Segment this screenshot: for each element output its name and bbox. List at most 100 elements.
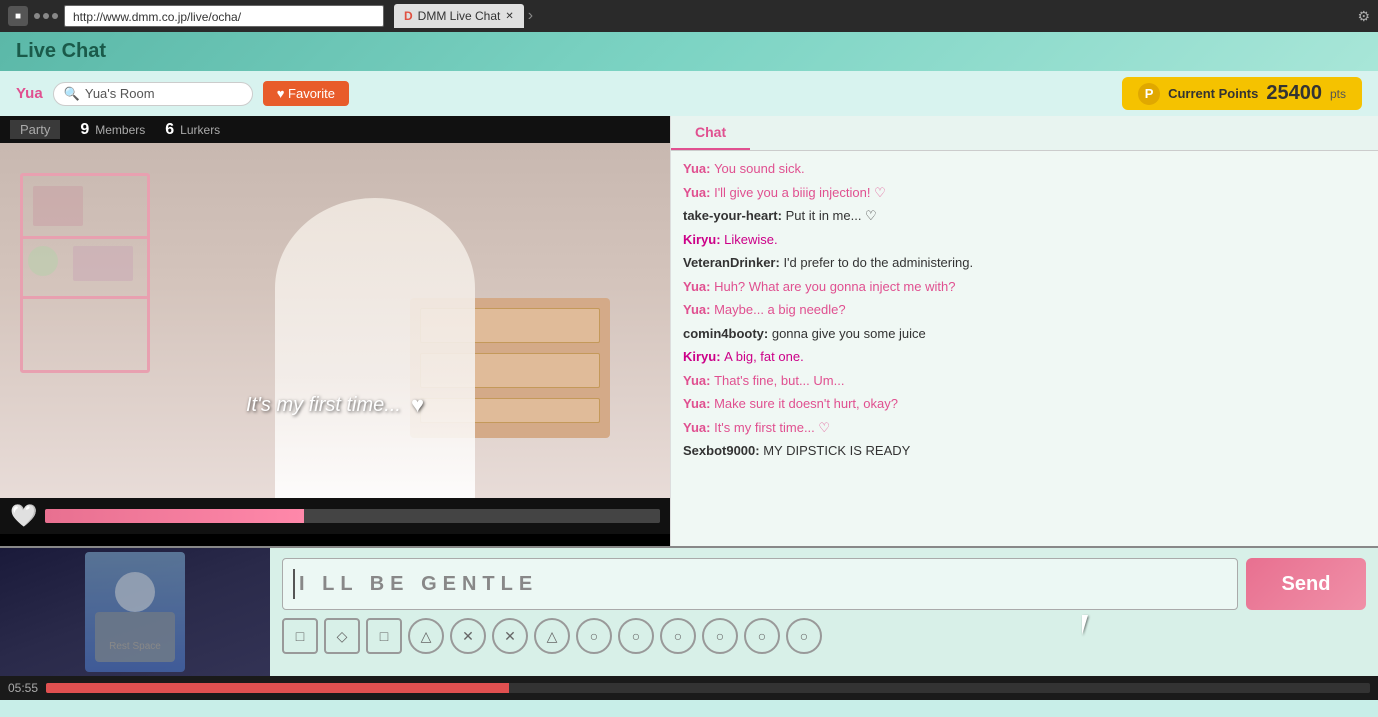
- streamer-video: [275, 198, 475, 498]
- points-label: Current Points: [1168, 86, 1258, 101]
- room-search-input[interactable]: [85, 86, 235, 101]
- gamepad-button[interactable]: ○: [576, 618, 612, 654]
- energy-bar-filled: [45, 509, 303, 523]
- video-frame: It's my first time... ♥: [0, 143, 670, 498]
- tab-add-button[interactable]: ›: [524, 7, 537, 25]
- chat-message: Yua: It's my first time... ♡: [683, 418, 1366, 438]
- active-tab[interactable]: D DMM Live Chat ✕: [394, 4, 524, 28]
- chat-username: take-your-heart:: [683, 208, 786, 223]
- chat-message: Yua: I'll give you a biiig injection! ♡: [683, 183, 1366, 203]
- chat-username: Yua:: [683, 161, 714, 176]
- chat-username: VeteranDrinker:: [683, 255, 783, 270]
- chat-message-text: Make sure it doesn't hurt, okay?: [714, 396, 898, 411]
- gamepad-button[interactable]: ○: [660, 618, 696, 654]
- chat-message-text: gonna give you some juice: [772, 326, 926, 341]
- timer-progress-bar: [46, 683, 1370, 693]
- timer-text: 05:55: [8, 681, 38, 695]
- chat-message-text: Put it in me... ♡: [786, 208, 877, 223]
- gamepad-button[interactable]: ◇: [324, 618, 360, 654]
- members-stat: 9 Members: [80, 121, 145, 139]
- chat-tabs: Chat: [671, 116, 1378, 151]
- text-cursor: [293, 569, 295, 599]
- lurkers-stat: 6 Lurkers: [165, 121, 220, 139]
- chat-message: Kiryu: Likewise.: [683, 230, 1366, 250]
- gamepad-button[interactable]: △: [408, 618, 444, 654]
- send-button[interactable]: Send: [1246, 558, 1366, 610]
- tab-title: DMM Live Chat: [418, 9, 501, 23]
- video-area: Party 9 Members 6 Lurkers: [0, 116, 670, 546]
- room-search-container[interactable]: 🔍: [53, 82, 253, 106]
- message-input-display[interactable]: I LL BE GENTLE: [282, 558, 1238, 610]
- search-icon: 🔍: [64, 86, 80, 102]
- members-label: Members: [95, 123, 145, 137]
- chat-username: Kiryu:: [683, 349, 724, 364]
- chat-username: comin4booty:: [683, 326, 772, 341]
- points-area: P Current Points 25400 pts: [1122, 77, 1362, 110]
- chat-message: Sexbot9000: MY DIPSTICK IS READY: [683, 441, 1366, 461]
- lurkers-count: 6: [165, 121, 174, 139]
- chat-message-text: It's my first time... ♡: [714, 420, 830, 435]
- chat-message-text: A big, fat one.: [724, 349, 804, 364]
- chat-message-text: MY DIPSTICK IS READY: [763, 443, 910, 458]
- chat-message: Yua: Maybe... a big needle?: [683, 300, 1366, 320]
- chat-username: Yua:: [683, 302, 714, 317]
- chat-message: Yua: That's fine, but... Um...: [683, 371, 1366, 391]
- heart-button[interactable]: 🤍: [10, 503, 37, 529]
- gamepad-button[interactable]: ○: [744, 618, 780, 654]
- gamepad-row: □◇□△✕✕△○○○○○○: [282, 618, 1366, 654]
- chat-message: take-your-heart: Put it in me... ♡: [683, 206, 1366, 226]
- party-label: Party: [10, 120, 60, 139]
- chat-message-text: Maybe... a big needle?: [714, 302, 846, 317]
- chat-message-text: That's fine, but... Um...: [714, 373, 844, 388]
- points-unit: pts: [1330, 87, 1346, 101]
- gamepad-button[interactable]: ○: [786, 618, 822, 654]
- chat-username: Yua:: [683, 420, 714, 435]
- chat-username: Yua:: [683, 396, 714, 411]
- bottom-area: Rest Space I LL BE GENTLE Send □◇□△✕✕△○○…: [0, 546, 1378, 676]
- timer-fill: [46, 683, 509, 693]
- browser-chrome: ■ http://www.dmm.co.jp/live/ocha/ D DMM …: [0, 0, 1378, 32]
- chat-message: Yua: Huh? What are you gonna inject me w…: [683, 277, 1366, 297]
- tab-close-button[interactable]: ✕: [505, 11, 513, 22]
- input-text: I LL BE GENTLE: [299, 573, 538, 596]
- bottom-input-area: I LL BE GENTLE Send □◇□△✕✕△○○○○○○: [270, 548, 1378, 676]
- video-controls-bar: 🤍: [0, 498, 670, 534]
- chat-username: Kiryu:: [683, 232, 724, 247]
- gamepad-button[interactable]: △: [534, 618, 570, 654]
- gamepad-button[interactable]: □: [282, 618, 318, 654]
- points-value: 25400: [1266, 82, 1322, 105]
- gamepad-button[interactable]: ✕: [450, 618, 486, 654]
- members-count: 9: [80, 121, 89, 139]
- points-icon: P: [1138, 83, 1160, 105]
- tab-bar: D DMM Live Chat ✕ ›: [394, 4, 1351, 28]
- page-header: Live Chat: [0, 32, 1378, 71]
- gamepad-button[interactable]: ✕: [492, 618, 528, 654]
- chat-message-text: Likewise.: [724, 232, 777, 247]
- chat-message-text: I'll give you a biiig injection! ♡: [714, 185, 886, 200]
- browser-icon: ■: [8, 6, 28, 26]
- chat-username: Yua:: [683, 373, 714, 388]
- overlay-heart-icon: ♥: [411, 392, 424, 418]
- chat-username: Sexbot9000:: [683, 443, 763, 458]
- chat-panel: Chat Yua: You sound sick.Yua: I'll give …: [670, 116, 1378, 546]
- timer-bar: 05:55: [0, 676, 1378, 700]
- chat-message: VeteranDrinker: I'd prefer to do the adm…: [683, 253, 1366, 273]
- streamer-name: Yua: [16, 85, 43, 102]
- energy-bar-empty: [304, 509, 660, 523]
- chat-message-text: Huh? What are you gonna inject me with?: [714, 279, 955, 294]
- gamepad-button[interactable]: ○: [702, 618, 738, 654]
- chat-message: Yua: Make sure it doesn't hurt, okay?: [683, 394, 1366, 414]
- sub-header: Yua 🔍 ♥ Favorite P Current Points 25400 …: [0, 71, 1378, 116]
- chat-message-text: You sound sick.: [714, 161, 805, 176]
- gamepad-button[interactable]: ○: [618, 618, 654, 654]
- favorite-button[interactable]: ♥ Favorite: [263, 81, 349, 106]
- gamepad-button[interactable]: □: [366, 618, 402, 654]
- address-bar[interactable]: http://www.dmm.co.jp/live/ocha/: [64, 5, 384, 27]
- browser-dots: [34, 13, 58, 19]
- game-preview: Rest Space: [0, 548, 270, 676]
- input-row: I LL BE GENTLE Send: [282, 558, 1366, 610]
- settings-icon[interactable]: ⚙: [1357, 8, 1370, 25]
- page-title: Live Chat: [16, 40, 106, 63]
- chat-message: comin4booty: gonna give you some juice: [683, 324, 1366, 344]
- tab-chat[interactable]: Chat: [671, 116, 750, 150]
